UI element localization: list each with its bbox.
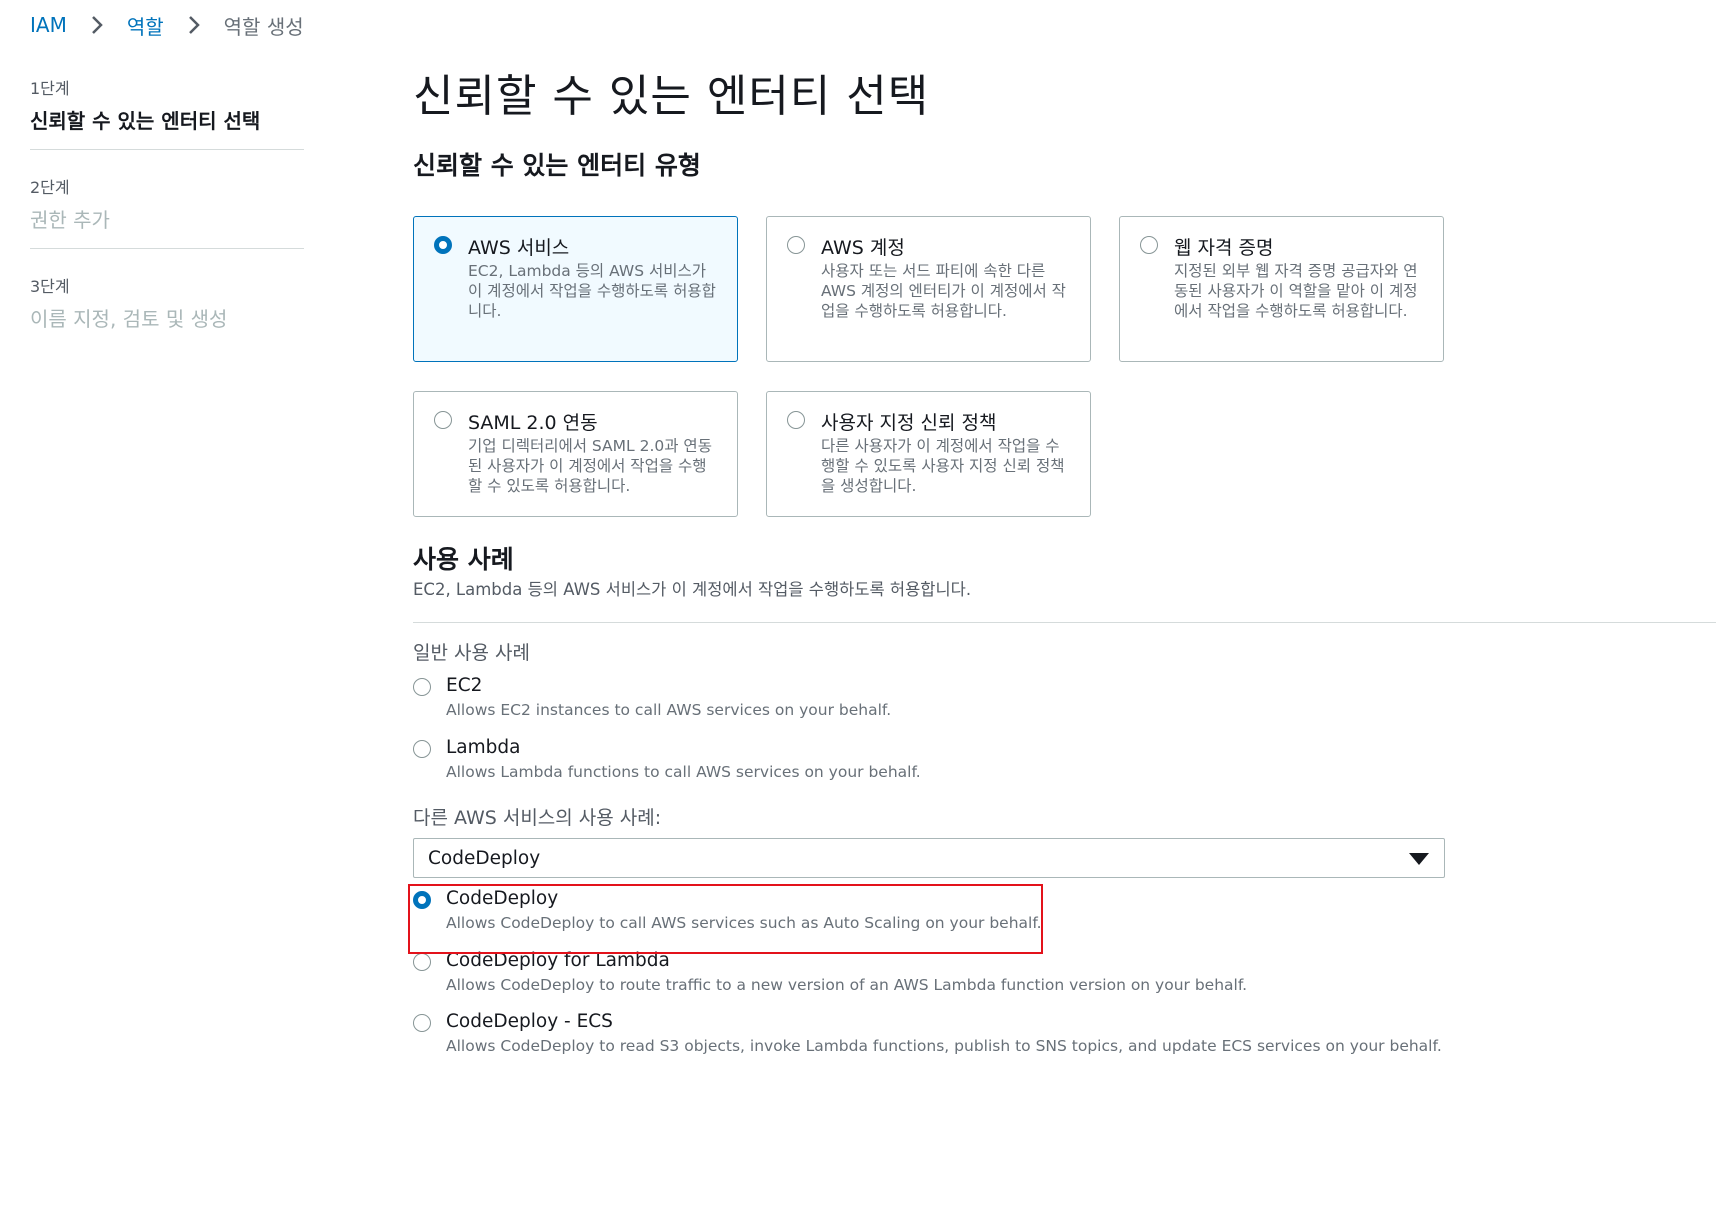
option-description: Allows Lambda functions to call AWS serv… bbox=[446, 763, 921, 781]
use-case-description: EC2, Lambda 등의 AWS 서비스가 이 계정에서 작업을 수행하도록… bbox=[413, 580, 972, 599]
tile-saml-federation[interactable]: SAML 2.0 연동 기업 디렉터리에서 SAML 2.0과 연동된 사용자가… bbox=[413, 391, 738, 517]
tile-description: EC2, Lambda 등의 AWS 서비스가 이 계정에서 작업을 수행하도록… bbox=[468, 262, 716, 320]
radio-button[interactable] bbox=[413, 953, 431, 971]
step-number: 2단계 bbox=[30, 178, 70, 197]
breadcrumb-create-role: 역할 생성 bbox=[223, 14, 304, 39]
radio-button[interactable] bbox=[434, 236, 452, 254]
chevron-right-icon bbox=[91, 16, 103, 34]
radio-button[interactable] bbox=[1140, 236, 1158, 254]
chevron-right-icon bbox=[188, 16, 200, 34]
tile-title: AWS 서비스 bbox=[468, 237, 570, 259]
tile-web-identity[interactable]: 웹 자격 증명 지정된 외부 웹 자격 증명 공급자와 연동된 사용자가 이 역… bbox=[1119, 216, 1444, 362]
radio-button[interactable] bbox=[434, 411, 452, 429]
breadcrumb-iam[interactable]: IAM bbox=[30, 13, 67, 37]
radio-button[interactable] bbox=[413, 678, 431, 696]
option-title: Lambda bbox=[446, 737, 521, 758]
highlight-box bbox=[408, 884, 1043, 954]
step-number: 3단계 bbox=[30, 277, 70, 296]
tile-description: 사용자 또는 서드 파티에 속한 다른 AWS 계정의 엔터티가 이 계정에서 … bbox=[821, 262, 1066, 320]
option-description: Allows EC2 instances to call AWS service… bbox=[446, 701, 892, 719]
tile-custom-trust-policy[interactable]: 사용자 지정 신뢰 정책 다른 사용자가 이 계정에서 작업을 수행할 수 있도… bbox=[766, 391, 1091, 517]
common-use-cases-label: 일반 사용 사례 bbox=[413, 642, 530, 664]
step-number: 1단계 bbox=[30, 79, 70, 98]
step-title: 신뢰할 수 있는 엔터티 선택 bbox=[30, 109, 261, 133]
caret-down-icon bbox=[1409, 853, 1429, 865]
step-title: 권한 추가 bbox=[30, 208, 110, 232]
tile-description: 다른 사용자가 이 계정에서 작업을 수행할 수 있도록 사용자 지정 신뢰 정… bbox=[821, 437, 1065, 495]
service-select-value: CodeDeploy bbox=[428, 848, 541, 869]
wizard-steps: 1단계 신뢰할 수 있는 엔터티 선택 2단계 권한 추가 3단계 이름 지정,… bbox=[30, 75, 304, 347]
option-description: Allows CodeDeploy to read S3 objects, in… bbox=[446, 1037, 1442, 1055]
radio-button[interactable] bbox=[787, 236, 805, 254]
page-title: 신뢰할 수 있는 엔터티 선택 bbox=[413, 71, 930, 122]
option-description: Allows CodeDeploy to route traffic to a … bbox=[446, 976, 1248, 994]
radio-button[interactable] bbox=[787, 411, 805, 429]
wizard-step-3: 3단계 이름 지정, 검토 및 생성 bbox=[30, 273, 304, 347]
tile-aws-service[interactable]: AWS 서비스 EC2, Lambda 등의 AWS 서비스가 이 계정에서 작… bbox=[413, 216, 738, 362]
entity-type-section-title: 신뢰할 수 있는 엔터티 유형 bbox=[413, 151, 701, 180]
option-title: CodeDeploy - ECS bbox=[446, 1011, 613, 1032]
use-case-section-title: 사용 사례 bbox=[413, 545, 514, 574]
service-select[interactable]: CodeDeploy bbox=[413, 838, 1445, 878]
wizard-step-2: 2단계 권한 추가 bbox=[30, 174, 304, 249]
option-title: EC2 bbox=[446, 675, 483, 696]
tile-title: 웹 자격 증명 bbox=[1174, 237, 1274, 259]
tile-title: 사용자 지정 신뢰 정책 bbox=[821, 412, 997, 434]
wizard-step-1: 1단계 신뢰할 수 있는 엔터티 선택 bbox=[30, 75, 304, 150]
tile-aws-account[interactable]: AWS 계정 사용자 또는 서드 파티에 속한 다른 AWS 계정의 엔터티가 … bbox=[766, 216, 1091, 362]
radio-button[interactable] bbox=[413, 1014, 431, 1032]
tile-description: 지정된 외부 웹 자격 증명 공급자와 연동된 사용자가 이 역할을 맡아 이 … bbox=[1174, 262, 1418, 320]
tile-description: 기업 디렉터리에서 SAML 2.0과 연동된 사용자가 이 계정에서 작업을 … bbox=[468, 437, 712, 495]
radio-button[interactable] bbox=[413, 740, 431, 758]
breadcrumb: IAM 역할 역할 생성 bbox=[30, 10, 304, 40]
step-title: 이름 지정, 검토 및 생성 bbox=[30, 307, 228, 331]
breadcrumb-roles[interactable]: 역할 bbox=[127, 11, 164, 40]
other-services-label: 다른 AWS 서비스의 사용 사례: bbox=[413, 807, 662, 829]
tile-title: AWS 계정 bbox=[821, 237, 905, 259]
divider bbox=[413, 622, 1716, 623]
tile-title: SAML 2.0 연동 bbox=[468, 412, 598, 434]
